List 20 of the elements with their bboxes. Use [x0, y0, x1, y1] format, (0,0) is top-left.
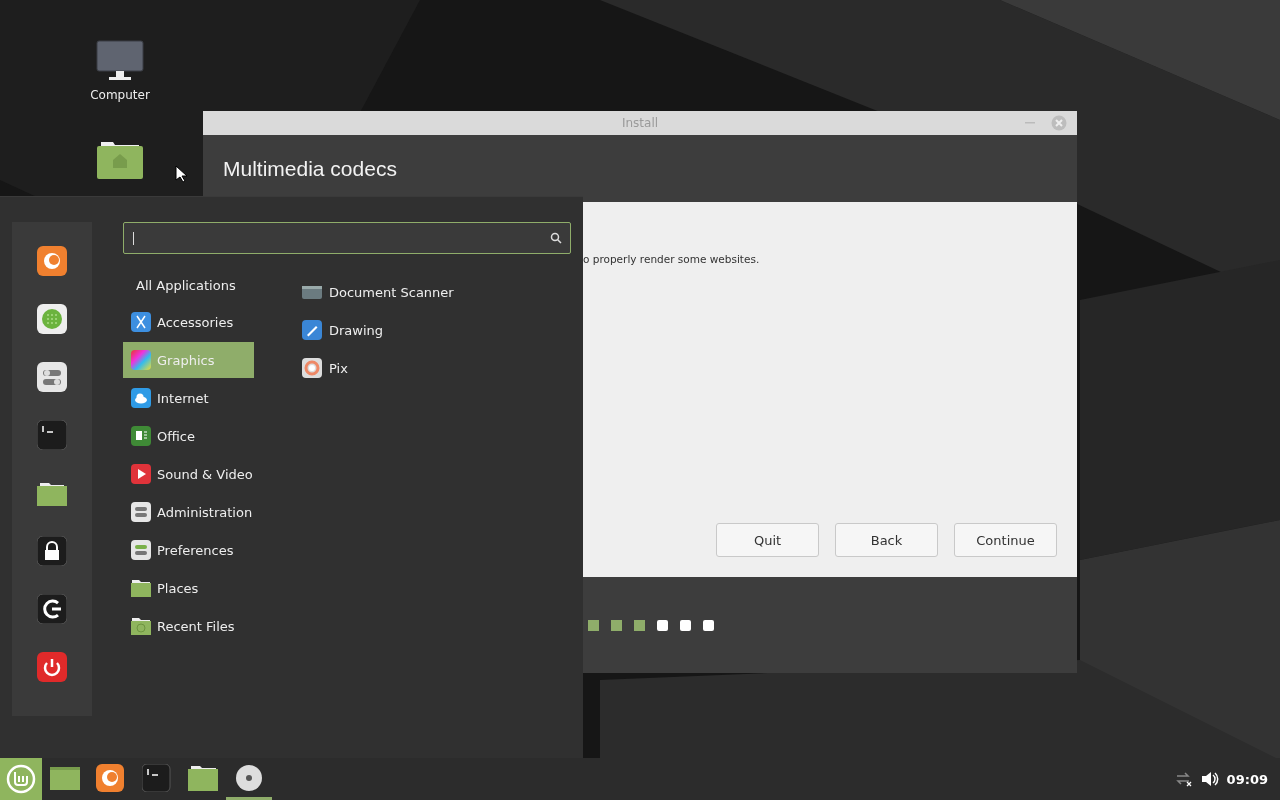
description-text: o properly render some websites.	[583, 253, 760, 265]
category-item[interactable]: Internet	[123, 380, 254, 416]
desktop-icon-label: Computer	[90, 88, 150, 102]
category-item[interactable]: Accessories	[123, 304, 254, 340]
window-title: Install	[621, 116, 659, 130]
dialog-button[interactable]: Continue	[954, 523, 1057, 557]
clock[interactable]: 09:09	[1226, 771, 1268, 787]
category-item[interactable]: Recent Files	[123, 608, 254, 644]
page-heading: Multimedia codecs	[223, 156, 397, 181]
category-item[interactable]: Places	[123, 570, 254, 606]
category-item[interactable]: Preferences	[123, 532, 254, 568]
category-item[interactable]: Office	[123, 418, 254, 454]
app-item[interactable]: Document Scanner	[302, 273, 454, 311]
dialog-button[interactable]: Quit	[716, 523, 819, 557]
app-item[interactable]: Drawing	[302, 311, 454, 349]
app-item[interactable]: Pix	[302, 349, 454, 387]
category-item[interactable]: All Applications	[123, 270, 254, 300]
category-item[interactable]: Administration	[123, 494, 254, 530]
dialog-button[interactable]: Back	[835, 523, 938, 557]
category-item[interactable]: Sound & Video	[123, 456, 254, 492]
